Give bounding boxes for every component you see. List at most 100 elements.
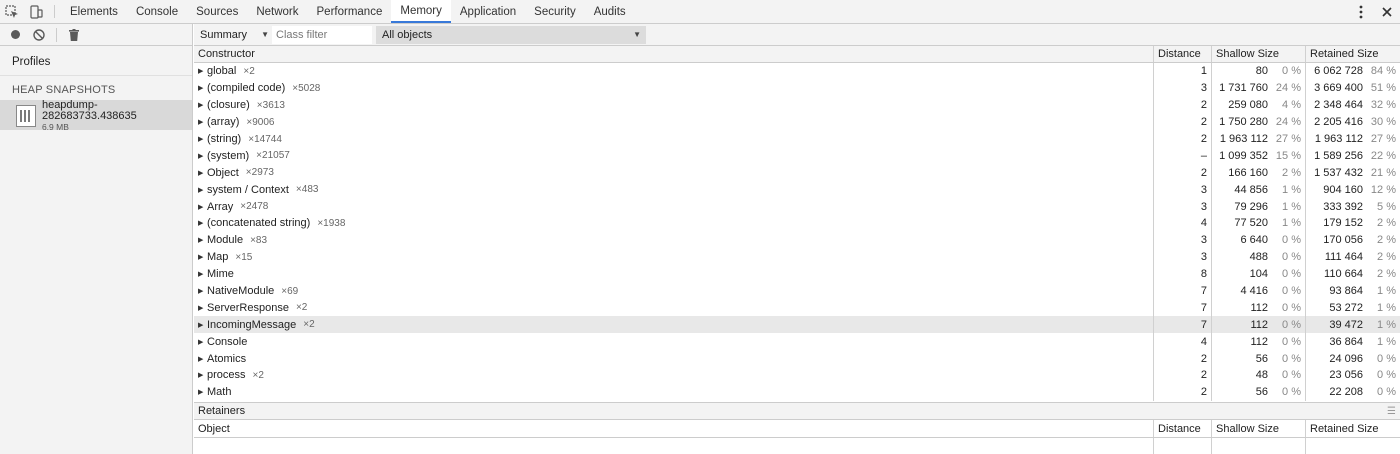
tab-elements[interactable]: Elements [61, 0, 127, 23]
expand-triangle-icon[interactable]: ▶ [198, 371, 205, 379]
inspect-element-icon[interactable] [0, 0, 24, 23]
expand-triangle-icon[interactable]: ▶ [198, 321, 205, 329]
table-row[interactable]: ▶ (compiled code) ×5028 3 1 731 760 24 % 3 669… [194, 79, 1400, 97]
view-select[interactable]: Summary ▼ [194, 29, 272, 41]
retained-size-cell: 39 472 1 % [1306, 316, 1400, 333]
constructor-cell: ▶ (concatenated string) ×1938 [194, 215, 1154, 232]
column-header-distance[interactable]: Distance [1154, 46, 1212, 62]
constructor-cell: ▶ Atomics [194, 350, 1154, 368]
constructor-name: Map [207, 251, 229, 264]
expand-triangle-icon[interactable]: ▶ [198, 152, 205, 160]
table-row[interactable]: ▶ NativeModule ×69 7 4 416 0 % 93 864 1 % [194, 282, 1400, 300]
table-row[interactable]: ▶ Array ×2478 3 79 296 1 % 333 392 5 % [194, 198, 1400, 216]
table-row[interactable]: ▶ (closure) ×3613 2 259 080 4 % 2 348 464 32 % [194, 96, 1400, 114]
column-header-distance[interactable]: Distance [1154, 420, 1212, 437]
table-row[interactable]: ▶ Mime 8 104 0 % 110 664 2 % [194, 265, 1400, 283]
expand-triangle-icon[interactable]: ▶ [198, 388, 205, 396]
constructor-cell: ▶ (closure) ×3613 [194, 96, 1154, 114]
shallow-size-value: 488 [1249, 251, 1268, 264]
retainers-header: Retainers ☰ [194, 402, 1400, 420]
constructor-cell: ▶ IncomingMessage ×2 [194, 316, 1154, 334]
column-header-constructor[interactable]: Constructor [194, 46, 1154, 62]
tab-network[interactable]: Network [247, 0, 307, 23]
table-row[interactable]: ▶ Atomics 2 56 0 % 24 096 0 % [194, 350, 1400, 368]
column-header-retained-size[interactable]: Retained Size [1306, 420, 1400, 437]
table-row[interactable]: ▶ IncomingMessage ×2 7 112 0 % 39 472 1 % [194, 316, 1400, 334]
tab-audits[interactable]: Audits [585, 0, 635, 23]
table-row[interactable]: ▶ ServerResponse ×2 7 112 0 % 53 272 1 % [194, 299, 1400, 317]
table-row[interactable]: ▶ Map ×15 3 488 0 % 111 464 2 % [194, 248, 1400, 266]
tab-security[interactable]: Security [525, 0, 585, 23]
expand-triangle-icon[interactable]: ▶ [198, 253, 205, 261]
table-row[interactable]: ▶ Module ×83 3 6 640 0 % 170 056 2 % [194, 231, 1400, 249]
clear-icon[interactable] [28, 25, 50, 45]
retained-size-value: 6 062 728 [1314, 65, 1363, 78]
table-row[interactable]: ▶ process ×2 2 48 0 % 23 056 0 % [194, 367, 1400, 384]
trash-icon[interactable] [63, 25, 85, 45]
expand-triangle-icon[interactable]: ▶ [198, 355, 205, 363]
expand-triangle-icon[interactable]: ▶ [198, 203, 205, 211]
distance-cell: 2 [1154, 383, 1212, 401]
tab-application[interactable]: Application [451, 0, 525, 23]
tab-console[interactable]: Console [127, 0, 187, 23]
resize-grip-icon[interactable]: ☰ [1387, 406, 1396, 417]
retained-size-percent: 5 % [1377, 200, 1396, 213]
expand-triangle-icon[interactable]: ▶ [198, 118, 205, 126]
tab-memory[interactable]: Memory [391, 0, 451, 23]
retained-size-value: 179 152 [1323, 217, 1363, 230]
constructor-name: (string) [207, 133, 242, 145]
expand-triangle-icon[interactable]: ▶ [198, 186, 205, 194]
retained-size-percent: 22 % [1370, 149, 1396, 162]
more-options-icon[interactable] [1348, 0, 1374, 23]
table-row[interactable]: ▶ (array) ×9006 2 1 750 280 24 % 2 205 416 30 % [194, 113, 1400, 131]
expand-triangle-icon[interactable]: ▶ [198, 304, 205, 312]
tab-performance[interactable]: Performance [308, 0, 392, 23]
distance-cell: 2 [1154, 130, 1212, 148]
expand-triangle-icon[interactable]: ▶ [198, 84, 205, 92]
table-row[interactable]: ▶ (system) ×21057 –1 099 352 15 % 1 589 256 22… [194, 147, 1400, 165]
record-icon[interactable] [4, 25, 26, 45]
column-header-retained-size[interactable]: Retained Size [1306, 46, 1400, 62]
column-header-shallow-size[interactable]: Shallow Size [1212, 46, 1306, 62]
shallow-size-percent: 24 % [1275, 116, 1301, 129]
table-row[interactable]: ▶ (concatenated string) ×1938 4 77 520 1 % 179… [194, 215, 1400, 232]
table-row[interactable]: ▶ Math 2 56 0 % 22 208 0 % [194, 383, 1400, 401]
expand-triangle-icon[interactable]: ▶ [198, 67, 205, 75]
expand-triangle-icon[interactable]: ▶ [198, 270, 205, 278]
device-toolbar-icon[interactable] [24, 0, 48, 23]
table-row[interactable]: ▶ Object ×2973 2 166 160 2 % 1 537 432 21 % [194, 164, 1400, 182]
table-row[interactable]: ▶ Console 4 112 0 % 36 864 1 % [194, 333, 1400, 351]
instance-count: ×2478 [240, 201, 269, 213]
expand-triangle-icon[interactable]: ▶ [198, 219, 205, 227]
expand-triangle-icon[interactable]: ▶ [198, 169, 205, 177]
table-row[interactable]: ▶ system / Context ×483 3 44 856 1 % 904 160 12… [194, 181, 1400, 199]
constructor-cell: ▶ NativeModule ×69 [194, 282, 1154, 300]
retained-size-value: 1 963 112 [1314, 133, 1363, 145]
grid-header: Constructor Distance Shallow Size Retain… [194, 46, 1400, 63]
shallow-size-cell: 77 520 1 % [1212, 215, 1306, 232]
objects-select[interactable]: All objects ▼ [376, 25, 646, 44]
instance-count: ×2 [252, 369, 264, 381]
close-icon[interactable] [1374, 0, 1400, 23]
constructor-name: (array) [207, 116, 240, 129]
expand-triangle-icon[interactable]: ▶ [198, 338, 205, 346]
heap-snapshot-item[interactable]: heapdump-282683733.438635 6.9 MB [0, 99, 192, 132]
shallow-size-percent: 4 % [1282, 99, 1301, 112]
retained-size-value: 22 208 [1329, 386, 1363, 399]
column-header-object[interactable]: Object [194, 420, 1154, 437]
class-filter-input[interactable] [272, 25, 372, 44]
tab-sources[interactable]: Sources [187, 0, 247, 23]
expand-triangle-icon[interactable]: ▶ [198, 287, 205, 295]
expand-triangle-icon[interactable]: ▶ [198, 236, 205, 244]
table-row[interactable]: ▶ (string) ×14744 2 1 963 112 27 % 1 963 112 27… [194, 130, 1400, 148]
constructor-cell: ▶ (array) ×9006 [194, 113, 1154, 131]
expand-triangle-icon[interactable]: ▶ [198, 135, 205, 143]
view-select-value: Summary [200, 28, 248, 41]
column-header-shallow-size[interactable]: Shallow Size [1212, 420, 1306, 437]
instance-count: ×21057 [256, 150, 290, 162]
shallow-size-cell: 1 731 760 24 % [1212, 79, 1306, 97]
table-row[interactable]: ▶ global ×2 1 80 0 % 6 062 728 84 % [194, 63, 1400, 80]
expand-triangle-icon[interactable]: ▶ [198, 101, 205, 109]
shallow-size-value: 259 080 [1228, 99, 1268, 112]
constructor-name: Array [207, 200, 234, 213]
